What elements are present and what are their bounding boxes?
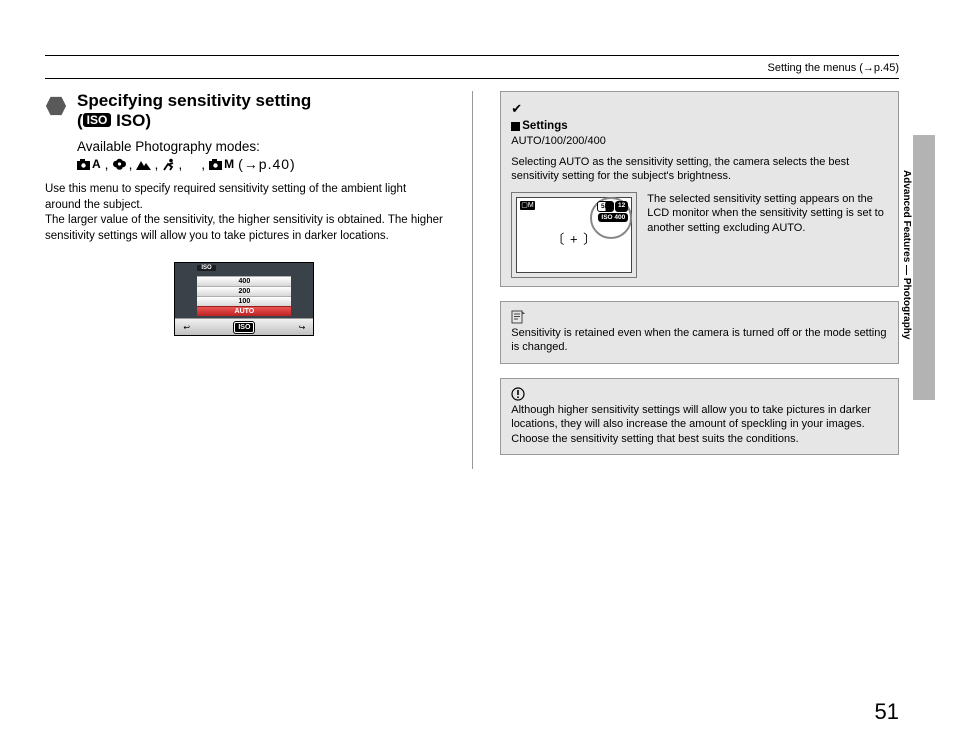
modes-page-ref: (→p.40) <box>238 156 296 172</box>
body-paragraph: Use this menu to specify required sensit… <box>45 182 444 244</box>
quality-mini-icon: 5M <box>597 201 614 212</box>
iso-option: 400 <box>197 276 291 286</box>
settings-text-1: Selecting AUTO as the sensitivity settin… <box>511 155 888 184</box>
iso-badge-icon: ISO <box>83 113 112 127</box>
memo-info-box: Sensitivity is retained even when the ca… <box>500 301 899 364</box>
caution-icon <box>511 387 888 401</box>
settings-text-2: The selected sensitivity setting appears… <box>647 192 888 236</box>
iso-option-selected: AUTO <box>197 306 291 316</box>
frames-remaining: 12 <box>615 201 628 212</box>
running-header: Setting the menus (→p.45) <box>45 56 899 79</box>
title-iso-text: ISO) <box>116 111 151 130</box>
iso-value-badge: ISO 400 <box>598 213 628 222</box>
section-tab <box>913 135 935 400</box>
iso-option: 100 <box>197 296 291 306</box>
check-icon: ✔ <box>511 100 888 117</box>
sport-icon <box>162 158 175 171</box>
lcd-menu-illustration: ISO 400 200 100 AUTO ↩ ISO ↪ <box>174 262 314 336</box>
side-section-label: Advanced Features — Photography <box>901 170 912 339</box>
square-bullet-icon <box>511 122 520 131</box>
nav-left-icon: ↩ <box>183 323 190 332</box>
memo-text: Sensitivity is retained even when the ca… <box>511 327 886 354</box>
night-icon <box>186 158 198 171</box>
camera-manual-icon: M <box>209 157 235 171</box>
iso-option: 200 <box>197 286 291 296</box>
page-content: Setting the menus (→p.45) Specifying sen… <box>45 55 899 700</box>
mode-icons-row: A , , , , , M (→p.40) <box>77 156 311 172</box>
iso-chip-icon: ISO <box>234 322 254 333</box>
section-title: Specifying sensitivity setting (ISO ISO) <box>77 91 311 131</box>
mountain-icon <box>136 159 151 170</box>
nav-right-icon: ↪ <box>299 323 306 332</box>
page-number: 51 <box>875 699 899 725</box>
flower-icon <box>113 158 126 171</box>
settings-heading: Settings <box>522 120 567 132</box>
caution-text: Although higher sensitivity settings wil… <box>511 404 871 445</box>
camera-auto-icon: A <box>77 157 102 171</box>
lcd-menu-label: ISO <box>197 265 215 271</box>
caution-info-box: Although higher sensitivity settings wil… <box>500 378 899 456</box>
settings-info-box: ✔ Settings AUTO/100/200/400 Selecting AU… <box>500 91 899 287</box>
column-divider <box>472 91 473 469</box>
settings-values: AUTO/100/200/400 <box>511 134 888 149</box>
memo-icon <box>511 310 888 324</box>
title-text: Specifying sensitivity setting <box>77 91 311 110</box>
modes-subheading: Available Photography modes: <box>77 139 311 154</box>
lcd-preview-frame: ▢M 5M 12 ISO 400 〔 + 〕 <box>511 192 637 278</box>
hexagon-icon <box>45 95 67 117</box>
af-target-icon: 〔 + 〕 <box>551 230 597 247</box>
cam-mode-mini-icon: ▢M <box>520 201 534 210</box>
